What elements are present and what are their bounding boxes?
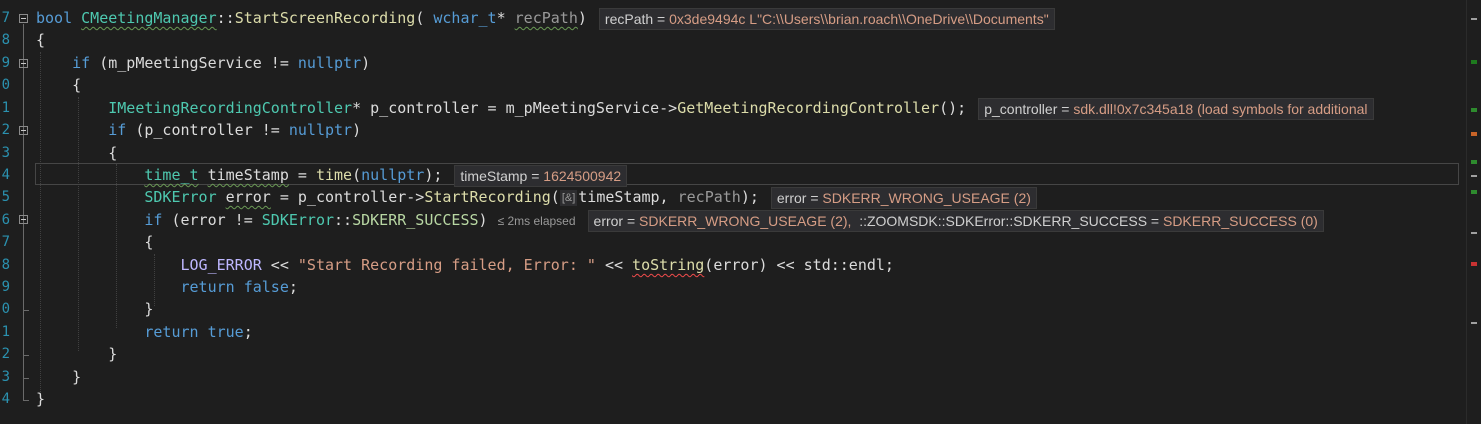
code-line[interactable]: SDKError error = p_controller->StartReco… [36, 186, 1037, 209]
type-name: time_t [144, 166, 199, 184]
line-number: 7 [1, 234, 10, 250]
line-number: 0 [1, 301, 10, 317]
collapse-function-toggle[interactable] [19, 14, 28, 23]
line-number: 9 [1, 55, 10, 71]
keyword: bool [36, 9, 73, 27]
datatip-error[interactable]: error = SDKERR_WRONG_USEAGE (2) [770, 186, 1037, 209]
code-line[interactable]: } [36, 388, 45, 410]
fold-line [23, 24, 24, 400]
vertical-scrollbar[interactable] [1466, 0, 1481, 424]
param-type: wchar_t [433, 9, 497, 27]
fold-end [23, 355, 29, 356]
function-name: toString [632, 256, 705, 274]
line-number: 5 [1, 189, 10, 205]
line-number: 9 [1, 279, 10, 295]
param-name: recPath [514, 9, 578, 27]
keyword: if [108, 121, 127, 139]
scroll-marker [1471, 108, 1477, 112]
scroll-marker [1471, 232, 1477, 234]
line-number: 0 [1, 77, 10, 93]
line-number: 7 [1, 10, 10, 26]
code-line-current[interactable]: time_t timeStamp = time(nullptr); timeSta… [36, 164, 628, 187]
line-number: 3 [1, 145, 10, 161]
code-line[interactable]: IMeetingRecordingController* p_controlle… [36, 97, 1374, 120]
function-name: GetMeetingRecordingController [677, 99, 940, 117]
keyword: nullptr [288, 121, 353, 139]
datatip-p-controller[interactable]: p_controller = sdk.dll!0x7c345a18 (load … [978, 97, 1374, 120]
inline-parameter-hint: [&] [559, 189, 578, 206]
keyword: if [144, 211, 163, 229]
code-line[interactable]: } [36, 343, 117, 365]
keyword: nullptr [297, 54, 362, 72]
line-number-gutter: 7 8 9 0 1 2 3 4 5 6 7 8 9 0 1 2 3 4 [0, 0, 12, 424]
code-line[interactable]: { [36, 231, 153, 253]
code-line[interactable]: if (p_controller != nullptr) [36, 119, 361, 141]
keyword: if [72, 54, 91, 72]
code-line[interactable]: { [36, 74, 81, 96]
member-variable: m_pMeetingService [505, 99, 660, 117]
keyword: return [180, 278, 235, 296]
line-number: 4 [1, 391, 10, 407]
function-name: time [315, 166, 353, 184]
line-number: 3 [1, 369, 10, 385]
code-line[interactable]: LOG_ERROR << "Start Recording failed, Er… [36, 254, 894, 276]
keyword: true [207, 323, 244, 341]
code-line[interactable]: return true; [36, 321, 252, 343]
code-editor[interactable]: 7 8 9 0 1 2 3 4 5 6 7 8 9 0 1 2 3 4 bool… [0, 0, 1481, 424]
function-name: StartScreenRecording [234, 9, 416, 27]
macro-name: LOG_ERROR [180, 256, 262, 274]
line-number: 8 [1, 257, 10, 273]
type-name: SDKError [261, 211, 335, 229]
line-number: 8 [1, 32, 10, 48]
keyword: false [243, 278, 289, 296]
code-line[interactable]: bool CMeetingManager::StartScreenRecordi… [36, 7, 1055, 30]
type-name: IMeetingRecordingController [108, 99, 353, 117]
scroll-marker [1471, 322, 1477, 324]
function-name: StartRecording [424, 188, 551, 206]
line-number: 2 [1, 346, 10, 362]
type-name: SDKError [144, 188, 217, 206]
scroll-marker [1471, 132, 1477, 136]
string-literal: "Start Recording failed, Error: " [297, 256, 596, 274]
scroll-marker [1471, 60, 1477, 64]
variable-name: timeStamp [207, 166, 289, 184]
keyword: return [144, 323, 199, 341]
code-line[interactable]: if (error != SDKError::SDKERR_SUCCESS) ≤ … [36, 209, 1324, 232]
code-line[interactable]: { [36, 29, 45, 51]
variable-name: error [225, 188, 271, 206]
fold-end [23, 378, 29, 379]
line-number: 4 [1, 167, 10, 183]
code-line[interactable]: } [36, 298, 153, 320]
scroll-marker [1471, 190, 1477, 194]
code-line[interactable]: return false; [36, 276, 298, 298]
scroll-marker [1471, 160, 1477, 164]
scroll-marker [1471, 262, 1477, 266]
collapse-if-toggle[interactable] [19, 59, 28, 68]
class-name: CMeetingManager [81, 9, 217, 27]
datatip-recpath[interactable]: recPath = 0x3de9494c L"C:\\Users\\brian.… [598, 7, 1055, 30]
enum-value: SDKERR_SUCCESS [352, 211, 479, 229]
fold-end [23, 310, 29, 311]
line-number: 6 [1, 212, 10, 228]
collapse-inner-if-toggle[interactable] [19, 126, 28, 135]
code-line[interactable]: { [36, 142, 117, 164]
line-number: 2 [1, 122, 10, 138]
code-line[interactable]: } [36, 366, 81, 388]
datatip-condition[interactable]: error = SDKERR_WRONG_USEAGE (2), ::ZOOMS… [587, 209, 1324, 232]
fold-end [23, 400, 29, 401]
scroll-marker [1471, 175, 1477, 177]
line-number: 1 [1, 100, 10, 116]
scroll-marker [1471, 18, 1477, 20]
member-variable: m_pMeetingService [108, 54, 262, 72]
keyword: nullptr [361, 166, 425, 184]
perf-tip-elapsed[interactable]: ≤ 2ms elapsed [498, 214, 576, 228]
collapse-error-if-toggle[interactable] [19, 215, 28, 224]
code-line[interactable]: if (m_pMeetingService != nullptr) [36, 52, 370, 74]
line-number: 1 [1, 324, 10, 340]
datatip-timestamp[interactable]: timeStamp = 1624500942 [454, 164, 628, 187]
